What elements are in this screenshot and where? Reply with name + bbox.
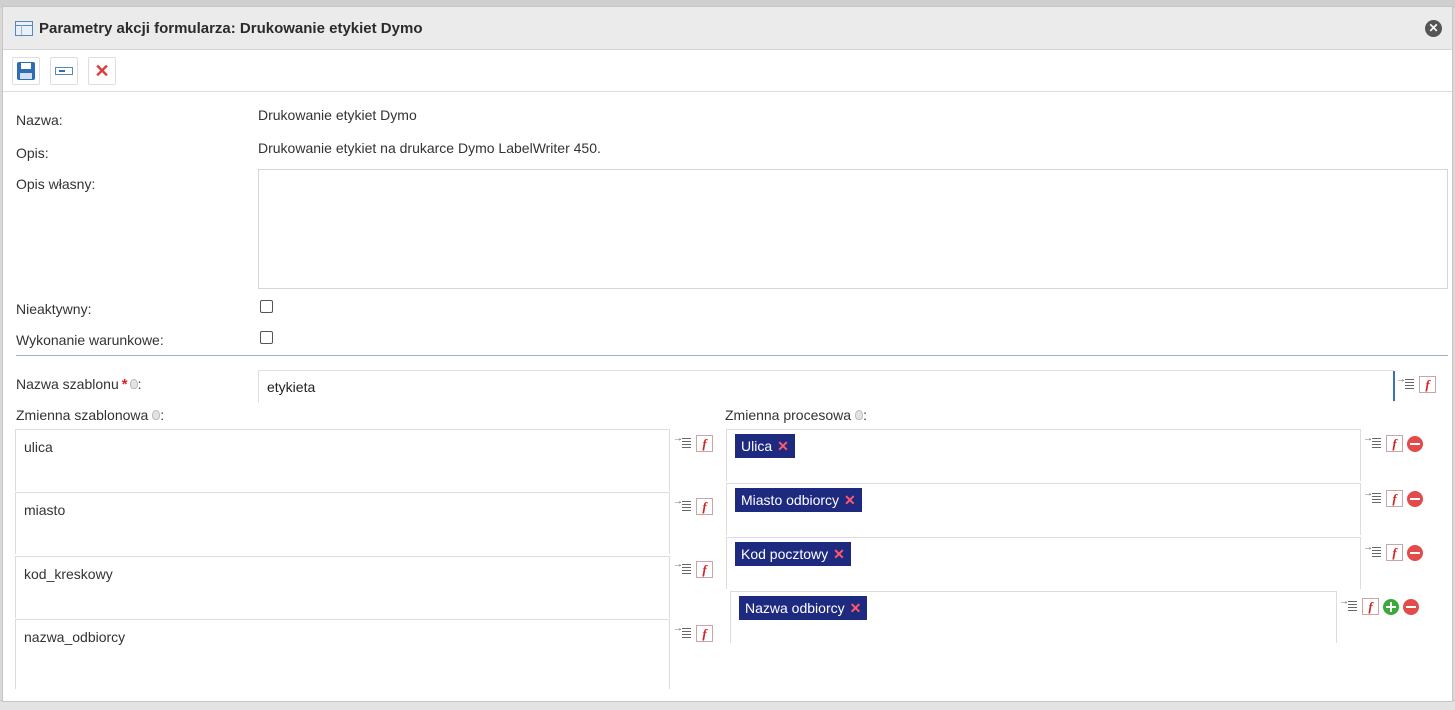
minus-circle-icon[interactable] — [1403, 598, 1419, 615]
template-var-input[interactable]: nazwa_odbiorcy — [15, 619, 670, 689]
required-marker: * — [121, 376, 128, 393]
variable-list-icon[interactable] — [673, 559, 692, 576]
variable-list-icon[interactable] — [673, 496, 692, 513]
tag-remove-icon[interactable]: ✕ — [833, 546, 845, 563]
description-label: Opis: — [16, 145, 49, 161]
close-icon[interactable]: ✕ — [1425, 20, 1442, 37]
form-table-icon — [15, 20, 33, 36]
template-var-header: Zmienna szablonowa: — [16, 407, 164, 423]
name-label: Nazwa: — [16, 112, 63, 128]
red-x-icon: ✕ — [94, 60, 110, 81]
process-var-input[interactable]: Ulica ✕ — [726, 429, 1361, 481]
process-var-input[interactable]: Kod pocztowy ✕ — [726, 537, 1361, 589]
variable-list-icon[interactable] — [1396, 374, 1415, 391]
process-var-input[interactable]: Nazwa odbiorcy ✕ — [730, 591, 1337, 643]
function-icon[interactable]: f — [696, 561, 713, 578]
process-var-tag[interactable]: Miasto odbiorcy ✕ — [735, 488, 862, 512]
tag-remove-icon[interactable]: ✕ — [850, 600, 862, 617]
variable-list-icon[interactable] — [673, 623, 692, 640]
template-name-actions: f — [1396, 374, 1436, 393]
process-var-input[interactable]: Miasto odbiorcy ✕ — [726, 483, 1361, 535]
inactive-label: Nieaktywny: — [16, 301, 92, 317]
minus-circle-icon[interactable] — [1407, 435, 1423, 452]
variable-list-icon[interactable] — [1363, 433, 1382, 450]
field-icon — [55, 66, 73, 75]
template-var-input[interactable]: miasto — [15, 492, 670, 554]
own-description-label: Opis własny: — [16, 176, 96, 192]
tag-remove-icon[interactable]: ✕ — [844, 492, 856, 509]
lightbulb-icon — [129, 379, 138, 389]
variable-list-icon[interactable] — [1339, 596, 1358, 613]
minus-circle-icon[interactable] — [1407, 544, 1423, 561]
process-var-actions: f — [1363, 488, 1423, 507]
variable-list-icon[interactable] — [1363, 488, 1382, 505]
own-description-textarea[interactable] — [258, 169, 1448, 289]
label-colon: : — [863, 407, 867, 423]
process-var-tag[interactable]: Ulica ✕ — [735, 434, 795, 458]
template-var-actions: f — [673, 559, 713, 578]
label-colon: : — [160, 407, 165, 423]
template-var-actions: f — [673, 433, 713, 452]
field-button[interactable] — [50, 56, 78, 85]
save-button[interactable] — [12, 56, 40, 85]
variable-list-icon[interactable] — [673, 433, 692, 450]
variable-list-icon[interactable] — [1363, 542, 1382, 559]
label-colon: : — [137, 376, 142, 392]
name-value: Drukowanie etykiet Dymo — [258, 107, 417, 123]
process-var-actions: f — [1363, 433, 1423, 452]
tag-label: Nazwa odbiorcy — [745, 600, 845, 616]
process-var-tag[interactable]: Kod pocztowy ✕ — [735, 542, 851, 566]
tag-label: Ulica — [741, 438, 773, 454]
function-icon[interactable]: f — [696, 435, 713, 452]
process-var-actions: f — [1363, 542, 1423, 561]
function-icon[interactable]: f — [1362, 598, 1379, 615]
function-icon[interactable]: f — [696, 625, 713, 642]
function-icon[interactable]: f — [1386, 544, 1403, 561]
conditional-label: Wykonanie warunkowe: — [16, 332, 164, 348]
action-parameters-dialog: Parametry akcji formularza: Drukowanie e… — [2, 6, 1453, 702]
process-var-tag[interactable]: Nazwa odbiorcy ✕ — [739, 596, 868, 620]
template-var-header-text: Zmienna szablonowa — [16, 407, 149, 423]
function-icon[interactable]: f — [1386, 435, 1403, 452]
tag-label: Kod pocztowy — [741, 546, 829, 562]
conditional-checkbox[interactable] — [260, 331, 273, 344]
process-var-header-text: Zmienna procesowa — [725, 407, 852, 423]
template-var-input[interactable]: ulica — [15, 429, 670, 491]
template-var-input[interactable]: kod_kreskowy — [15, 556, 670, 618]
lightbulb-icon — [855, 410, 864, 420]
dialog-titlebar: Parametry akcji formularza: Drukowanie e… — [3, 7, 1452, 50]
process-var-actions: f — [1339, 596, 1419, 615]
function-icon[interactable]: f — [696, 498, 713, 515]
plus-circle-icon[interactable] — [1383, 598, 1399, 615]
tag-label: Miasto odbiorcy — [741, 492, 840, 508]
toolbar: ✕ — [3, 50, 1452, 92]
template-var-actions: f — [673, 623, 713, 642]
inactive-checkbox[interactable] — [260, 300, 273, 313]
function-icon[interactable]: f — [1386, 490, 1403, 507]
template-var-actions: f — [673, 496, 713, 515]
tag-remove-icon[interactable]: ✕ — [777, 438, 789, 455]
save-icon — [17, 61, 35, 80]
minus-circle-icon[interactable] — [1407, 490, 1423, 507]
dialog-title: Parametry akcji formularza: Drukowanie e… — [39, 19, 423, 37]
input-focus-caret — [1393, 371, 1395, 401]
description-value: Drukowanie etykiet na drukarce Dymo Labe… — [258, 140, 601, 156]
template-name-input[interactable]: etykieta — [258, 370, 1394, 403]
process-var-header: Zmienna procesowa: — [725, 407, 867, 423]
section-divider — [16, 355, 1448, 356]
template-name-label: Nazwa szablonu *: — [16, 376, 141, 393]
function-icon[interactable]: f — [1419, 376, 1436, 393]
template-name-label-text: Nazwa szablonu — [16, 376, 119, 392]
cancel-button[interactable]: ✕ — [88, 56, 116, 85]
